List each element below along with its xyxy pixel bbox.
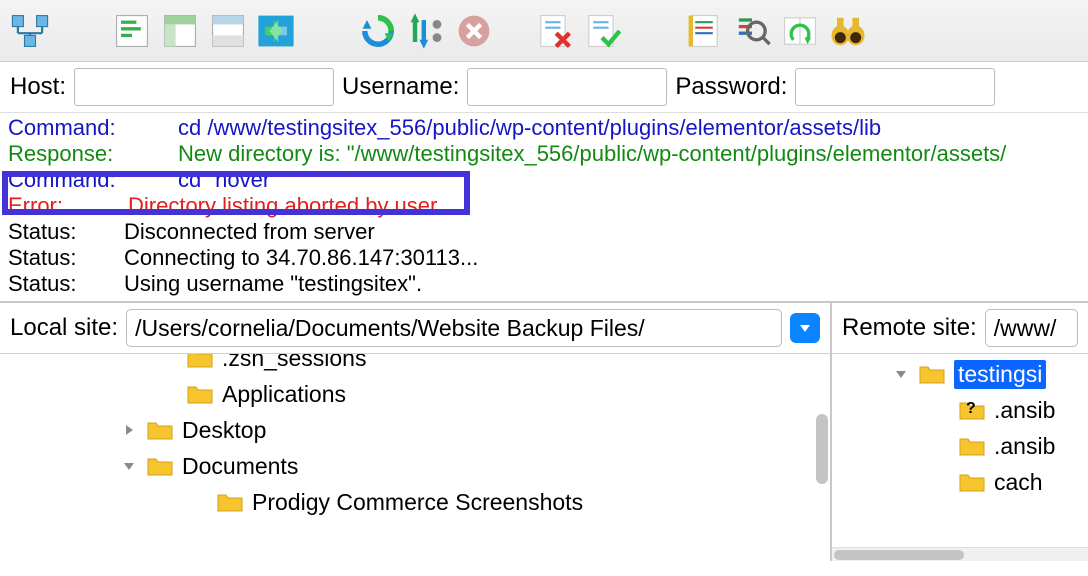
log-row: Status:Disconnected from server xyxy=(8,219,1080,245)
tree-item[interactable]: Prodigy Commerce Screenshots xyxy=(0,484,830,520)
log-row: Command:cd "hover" xyxy=(8,167,1080,193)
username-input[interactable] xyxy=(467,68,667,106)
tree-item[interactable]: ? .ansib xyxy=(832,392,1088,428)
tree-item[interactable]: Applications xyxy=(0,376,830,412)
tree-item[interactable]: Documents xyxy=(0,448,830,484)
username-label: Username: xyxy=(342,73,459,101)
tree-item-label: .ansib xyxy=(994,433,1055,460)
log-label: Command: xyxy=(8,167,178,193)
log-message: Directory listing aborted by user xyxy=(128,193,437,219)
tree-item[interactable]: .zsh_sessions xyxy=(0,353,830,376)
site-manager-icon[interactable] xyxy=(8,9,52,53)
tree-item-label: Documents xyxy=(182,453,298,480)
log-label: Status: xyxy=(8,219,124,245)
local-scrollbar[interactable] xyxy=(816,414,828,484)
log-message: New directory is: "/www/testingsitex_556… xyxy=(178,141,1006,167)
remote-site-label: Remote site: xyxy=(842,314,977,342)
password-label: Password: xyxy=(675,73,787,101)
folder-icon xyxy=(216,491,244,513)
refresh-icon[interactable] xyxy=(356,9,400,53)
remote-pane: Remote site: /www/ testingsi? .ansib .ansi… xyxy=(832,303,1088,561)
tree-item-label: Prodigy Commerce Screenshots xyxy=(252,489,583,516)
tree-item-label: Applications xyxy=(222,381,346,408)
toggle-transfer-queue-icon[interactable] xyxy=(254,9,298,53)
binoculars-icon[interactable] xyxy=(826,9,870,53)
log-row: Status:Connecting to 34.70.86.147:30113.… xyxy=(8,245,1080,271)
folder-unknown-icon: ? xyxy=(958,399,986,421)
remote-tree[interactable]: testingsi? .ansib .ansib cach xyxy=(832,353,1088,547)
disclosure-icon[interactable] xyxy=(120,460,138,472)
local-site-bar: Local site: /Users/cornelia/Documents/We… xyxy=(0,303,830,353)
log-label: Command: xyxy=(8,115,178,141)
folder-icon xyxy=(186,353,214,369)
log-row: Command:cd /www/testingsitex_556/public/… xyxy=(8,115,1080,141)
host-label: Host: xyxy=(10,73,66,101)
log-message: Connecting to 34.70.86.147:30113... xyxy=(124,245,478,271)
tree-item[interactable]: testingsi xyxy=(832,356,1088,392)
process-queue-icon[interactable] xyxy=(404,9,448,53)
tree-item-label: .ansib xyxy=(994,397,1055,424)
tree-item[interactable]: cach xyxy=(832,464,1088,500)
disclosure-icon[interactable] xyxy=(892,368,910,380)
disclosure-icon[interactable] xyxy=(120,424,138,436)
log-label: Status: xyxy=(8,245,124,271)
filter-icon[interactable] xyxy=(682,9,726,53)
log-row: Status:Connected to 34.70.86.147 xyxy=(8,297,1080,303)
main-toolbar xyxy=(0,0,1088,62)
local-pane: Local site: /Users/cornelia/Documents/We… xyxy=(0,303,832,561)
folder-icon xyxy=(958,471,986,493)
cancel-icon[interactable] xyxy=(452,9,496,53)
tree-item-label: .zsh_sessions xyxy=(222,353,366,372)
log-message: cd "hover" xyxy=(178,167,278,193)
tree-item-label: testingsi xyxy=(954,360,1046,389)
password-input[interactable] xyxy=(795,68,995,106)
message-log[interactable]: Command:cd /www/testingsitex_556/public/… xyxy=(0,113,1088,303)
tree-item-label: cach xyxy=(994,469,1043,496)
local-path-input[interactable]: /Users/cornelia/Documents/Website Backup… xyxy=(126,309,782,347)
quickconnect-bar: Host: Username: Password: xyxy=(0,62,1088,113)
toggle-log-icon[interactable] xyxy=(110,9,154,53)
folder-icon xyxy=(918,363,946,385)
toggle-remote-tree-icon[interactable] xyxy=(206,9,250,53)
remote-hscroll[interactable] xyxy=(832,547,1088,561)
folder-icon xyxy=(958,435,986,457)
reconnect-icon[interactable] xyxy=(580,9,624,53)
log-label: Status: xyxy=(8,297,124,303)
tree-item[interactable]: Desktop xyxy=(0,412,830,448)
site-panes: Local site: /Users/cornelia/Documents/We… xyxy=(0,303,1088,561)
folder-icon xyxy=(186,383,214,405)
remote-path-input[interactable]: /www/ xyxy=(985,309,1078,347)
log-message: Disconnected from server xyxy=(124,219,375,245)
log-label: Response: xyxy=(8,141,178,167)
log-label: Status: xyxy=(8,271,124,297)
local-site-label: Local site: xyxy=(10,314,118,342)
log-message: Connected to 34.70.86.147 xyxy=(124,297,389,303)
local-tree[interactable]: .zsh_sessions Applications Desktop Document… xyxy=(0,353,830,561)
host-input[interactable] xyxy=(74,68,334,106)
folder-icon xyxy=(146,419,174,441)
folder-icon xyxy=(146,455,174,477)
log-row: Response:New directory is: "/www/testing… xyxy=(8,141,1080,167)
search-icon[interactable] xyxy=(730,9,774,53)
log-label: Error: xyxy=(8,193,128,219)
compare-icon[interactable] xyxy=(778,9,822,53)
log-row: Error:Directory listing aborted by user xyxy=(8,193,1080,219)
toggle-local-tree-icon[interactable] xyxy=(158,9,202,53)
log-message: Using username "testingsitex". xyxy=(124,271,422,297)
log-message: cd /www/testingsitex_556/public/wp-conte… xyxy=(178,115,881,141)
tree-item-label: Desktop xyxy=(182,417,266,444)
disconnect-icon[interactable] xyxy=(532,9,576,53)
log-row: Status:Using username "testingsitex". xyxy=(8,271,1080,297)
tree-item[interactable]: .ansib xyxy=(832,428,1088,464)
local-path-dropdown-icon[interactable] xyxy=(790,313,820,343)
remote-site-bar: Remote site: /www/ xyxy=(832,303,1088,353)
